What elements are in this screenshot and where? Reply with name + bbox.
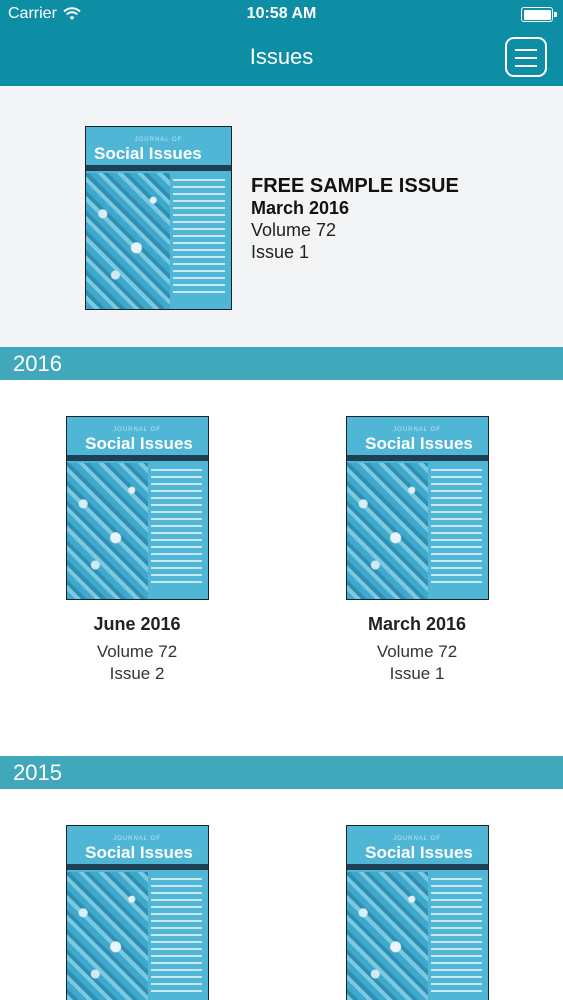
cover-journal-title: Social Issues [85,843,193,862]
issue-volume: Volume 72 [251,220,337,240]
featured-issue-cover[interactable]: JOURNAL OF Social Issues [85,126,232,310]
cover-journal-title: Social Issues [365,434,473,453]
issue-tile[interactable]: JOURNAL OF Social Issues [317,825,517,1000]
issue-date: June 2016 [93,614,181,634]
issue-number: Issue 1 [389,664,445,683]
featured-issue-info: FREE SAMPLE ISSUE March 2016 Volume 72 I… [251,175,459,263]
issue-cover[interactable]: JOURNAL OF Social Issues [345,825,489,1000]
cover-photo [346,463,429,599]
issue-cover[interactable]: JOURNAL OF Social Issues [65,825,209,1000]
navigation-bar: Carrier 10:58 AM Issues [0,0,563,86]
cover-journal-title: Social Issues [85,434,193,453]
issue-number: Issue 2 [109,664,165,683]
cover-journal-title: Social Issues [94,144,202,163]
issue-date: March 2016 [367,614,467,634]
issue-tile[interactable]: JOURNAL OF Social Issues June 2016 Volum… [37,416,237,685]
battery-icon [521,7,557,22]
issue-tile[interactable]: JOURNAL OF Social Issues March 2016 Volu… [317,416,517,685]
status-bar: Carrier 10:58 AM [0,0,563,28]
issue-volume: Volume 72 [376,642,458,661]
cover-photo [86,173,171,309]
cover-photo [66,463,149,599]
cover-photo [346,872,429,1000]
hamburger-menu-icon[interactable] [505,37,547,77]
clock: 10:58 AM [246,5,317,22]
issue-cover[interactable]: JOURNAL OF Social Issues [65,416,209,600]
issue-volume: Volume 72 [96,642,178,661]
section-header-2016: 2016 [0,347,563,380]
featured-issue[interactable]: JOURNAL OF Social Issues FREE SAMPLE ISS… [0,86,563,347]
issue-tile[interactable]: JOURNAL OF Social Issues [37,825,237,1000]
section-header-2015: 2015 [0,756,563,789]
issue-cover[interactable]: JOURNAL OF Social Issues [345,416,489,600]
issue-date: March 2016 [251,198,350,218]
cover-journal-title: Social Issues [365,843,473,862]
page-title: Issues [249,44,314,69]
cover-photo [66,872,149,1000]
free-sample-label: FREE SAMPLE ISSUE [251,175,459,197]
issue-number: Issue 1 [251,242,310,262]
